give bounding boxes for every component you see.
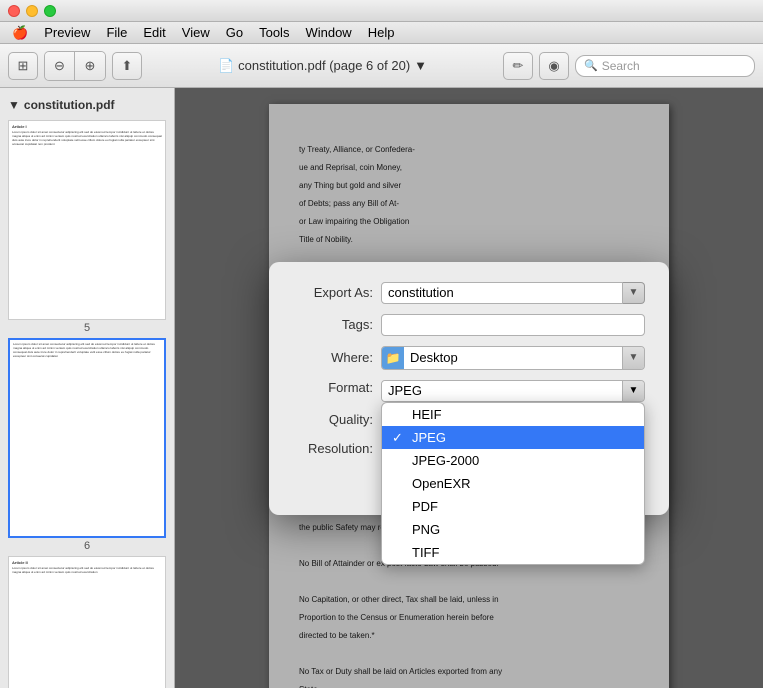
- minimize-button[interactable]: [26, 5, 38, 17]
- sidebar-header[interactable]: ▼ constitution.pdf: [0, 94, 174, 116]
- export-name-container: ▼: [381, 282, 645, 304]
- page-number-6: 6: [8, 540, 166, 552]
- tags-input[interactable]: [381, 314, 645, 336]
- page-thumbnail-6[interactable]: Lorem ipsum dolor sit amet consectetur a…: [8, 338, 166, 552]
- format-select-button[interactable]: JPEG ▼: [381, 380, 645, 402]
- menu-preview[interactable]: Preview: [36, 23, 98, 42]
- sidebar: ▼ constitution.pdf Article I Lorem ipsum…: [0, 88, 175, 688]
- export-name-dropdown-button[interactable]: ▼: [623, 282, 645, 304]
- format-chevron-icon[interactable]: ▼: [622, 381, 644, 401]
- annotate-button[interactable]: ✏: [503, 52, 533, 80]
- thumbnail-image-6: Lorem ipsum dolor sit amet consectetur a…: [8, 338, 166, 538]
- document-icon: 📄: [218, 58, 234, 74]
- sidebar-icon: ⊞: [18, 58, 29, 74]
- toolbar-title: 📄 constitution.pdf (page 6 of 20) ▼: [148, 58, 497, 74]
- format-option-openexr[interactable]: OpenEXR: [382, 472, 644, 495]
- thumbnail-content-5: Article I Lorem ipsum dolor sit amet con…: [9, 121, 165, 150]
- share-button[interactable]: ⬆: [112, 52, 142, 80]
- menu-edit[interactable]: Edit: [135, 23, 173, 42]
- menu-view[interactable]: View: [174, 23, 218, 42]
- format-option-tiff[interactable]: TIFF: [382, 541, 644, 564]
- format-row: Format: JPEG ▼ HEIF JPEG JPEG-2000 OpenE…: [293, 380, 645, 402]
- sidebar-toggle-button[interactable]: ⊞: [8, 52, 38, 80]
- where-select: 📁 Desktop ▼: [381, 346, 645, 370]
- thumbnail-image-5: Article I Lorem ipsum dolor sit amet con…: [8, 120, 166, 320]
- export-name-input[interactable]: [381, 282, 623, 304]
- format-option-jpeg[interactable]: JPEG: [382, 426, 644, 449]
- format-current-value: JPEG: [382, 381, 622, 401]
- format-dropdown-menu: HEIF JPEG JPEG-2000 OpenEXR PDF PNG TIFF: [381, 402, 645, 565]
- where-dropdown-button[interactable]: ▼: [622, 347, 644, 369]
- zoom-in-button[interactable]: ⊕: [75, 52, 105, 80]
- apple-menu[interactable]: 🍎: [4, 23, 36, 43]
- quality-label: Quality:: [293, 412, 373, 427]
- annotate-icon: ✏: [513, 58, 524, 74]
- menu-bar: 🍎 Preview File Edit View Go Tools Window…: [0, 22, 763, 44]
- zoom-in-icon: ⊕: [85, 58, 96, 74]
- thumbnail-content-7: Article II Lorem ipsum dolor sit amet co…: [9, 557, 165, 578]
- search-bar[interactable]: 🔍 Search: [575, 55, 755, 77]
- where-label: Where:: [293, 350, 373, 365]
- format-option-png[interactable]: PNG: [382, 518, 644, 541]
- document-title: constitution.pdf (page 6 of 20): [238, 58, 410, 73]
- export-as-label: Export As:: [293, 285, 373, 300]
- zoom-out-icon: ⊖: [54, 58, 65, 74]
- format-label: Format:: [293, 380, 373, 395]
- tags-label: Tags:: [293, 317, 373, 332]
- format-option-heif[interactable]: HEIF: [382, 403, 644, 426]
- resolution-label: Resolution:: [293, 441, 373, 456]
- format-select-container: JPEG ▼ HEIF JPEG JPEG-2000 OpenEXR PDF P…: [381, 380, 645, 402]
- page-number-5: 5: [8, 322, 166, 334]
- menu-file[interactable]: File: [98, 23, 135, 42]
- titlebar: [0, 0, 763, 22]
- format-option-pdf[interactable]: PDF: [382, 495, 644, 518]
- zoom-controls: ⊖ ⊕: [44, 51, 106, 81]
- markup-icon: ◉: [548, 58, 559, 74]
- close-button[interactable]: [8, 5, 20, 17]
- page-thumbnail-7[interactable]: Article II Lorem ipsum dolor sit amet co…: [8, 556, 166, 688]
- where-folder-icon: 📁: [382, 347, 404, 369]
- markup-button[interactable]: ◉: [539, 52, 569, 80]
- sidebar-title: constitution.pdf: [24, 98, 115, 112]
- menu-help[interactable]: Help: [360, 23, 403, 42]
- maximize-button[interactable]: [44, 5, 56, 17]
- export-as-row: Export As: ▼: [293, 282, 645, 304]
- share-icon: ⬆: [122, 58, 133, 74]
- menu-go[interactable]: Go: [218, 23, 251, 42]
- search-icon: 🔍: [584, 59, 598, 72]
- content-area: ty Treaty, Alliance, or Confedera-ue and…: [175, 88, 763, 688]
- title-chevron-icon[interactable]: ▼: [414, 58, 427, 73]
- modal-overlay: Export As: ▼ Tags: Where: 📁 De: [175, 88, 763, 688]
- toolbar: ⊞ ⊖ ⊕ ⬆ 📄 constitution.pdf (page 6 of 20…: [0, 44, 763, 88]
- main-layout: ▼ constitution.pdf Article I Lorem ipsum…: [0, 88, 763, 688]
- zoom-out-button[interactable]: ⊖: [45, 52, 75, 80]
- menu-window[interactable]: Window: [297, 23, 359, 42]
- thumbnail-content-6: Lorem ipsum dolor sit amet consectetur a…: [10, 340, 164, 362]
- export-dialog: Export As: ▼ Tags: Where: 📁 De: [269, 262, 669, 515]
- format-option-jpeg2000[interactable]: JPEG-2000: [382, 449, 644, 472]
- tags-row: Tags:: [293, 314, 645, 336]
- where-row: Where: 📁 Desktop ▼: [293, 346, 645, 370]
- where-value: Desktop: [404, 347, 622, 369]
- thumbnail-image-7: Article II Lorem ipsum dolor sit amet co…: [8, 556, 166, 688]
- sidebar-collapse-icon: ▼: [8, 98, 20, 112]
- traffic-lights: [8, 5, 56, 17]
- page-thumbnail-5[interactable]: Article I Lorem ipsum dolor sit amet con…: [8, 120, 166, 334]
- search-placeholder: Search: [602, 59, 640, 73]
- menu-tools[interactable]: Tools: [251, 23, 297, 42]
